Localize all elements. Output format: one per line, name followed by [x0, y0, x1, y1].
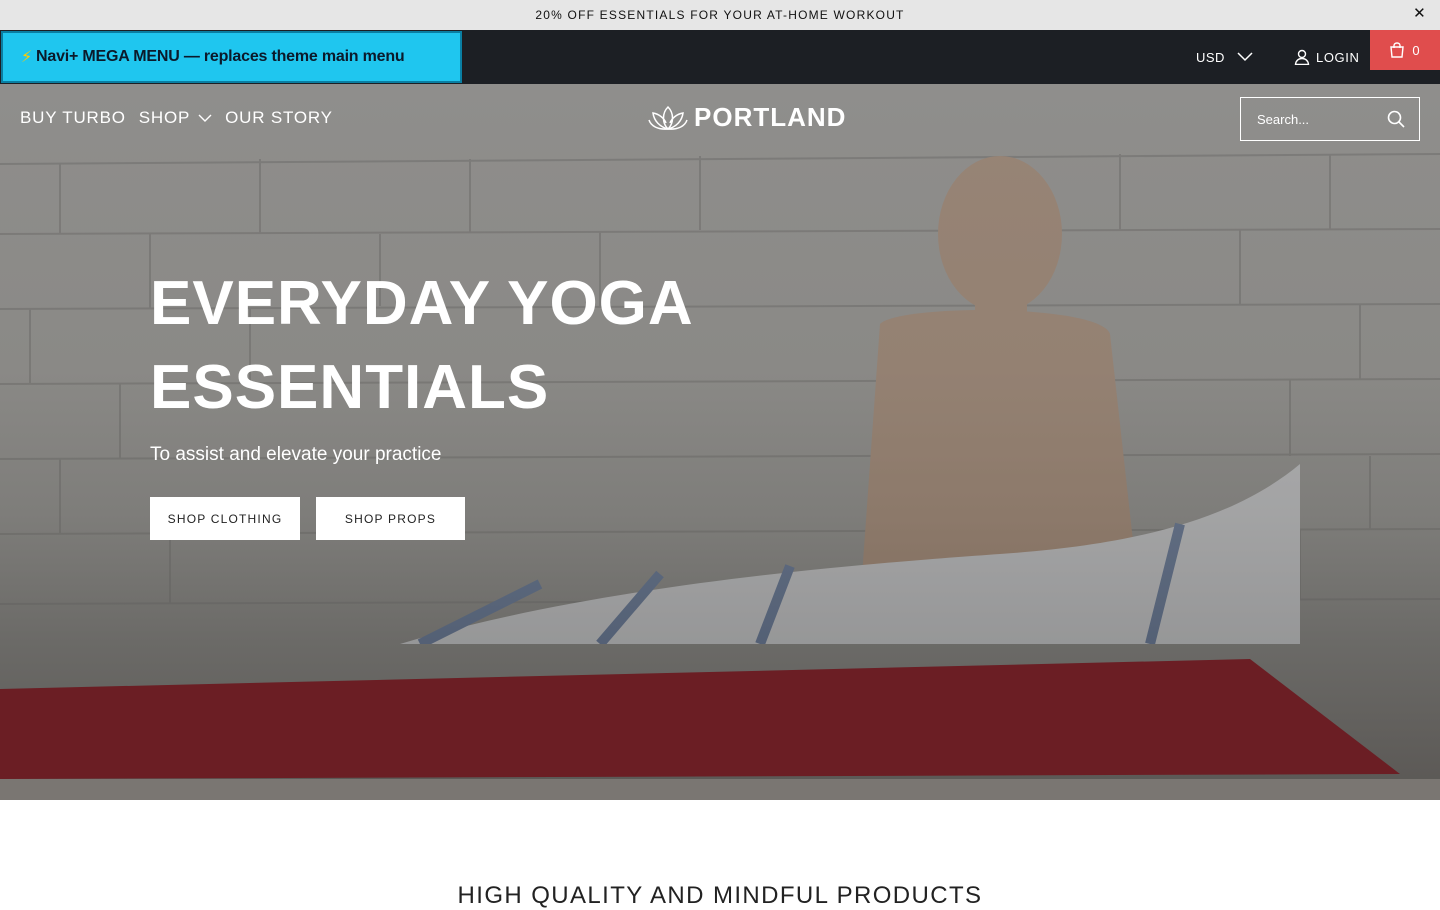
- yoga-mat: [0, 659, 1440, 800]
- utility-bar: ⚡ Navi+ MEGA MENU — replaces theme main …: [0, 30, 1440, 84]
- hero-subheading: To assist and elevate your practice: [150, 444, 442, 465]
- login-label: LOGIN: [1316, 49, 1360, 65]
- chevron-down-icon: [198, 114, 212, 122]
- main-nav: BUY TURBO SHOP OUR STORY: [20, 108, 333, 128]
- shop-props-button[interactable]: SHOP PROPS: [316, 497, 465, 540]
- search-icon[interactable]: [1387, 110, 1405, 128]
- shop-props-label: SHOP PROPS: [344, 511, 437, 526]
- search-box[interactable]: [1240, 97, 1420, 141]
- nav-item-label: OUR STORY: [225, 108, 333, 127]
- lightning-icon: ⚡: [21, 49, 33, 66]
- logo-text: PORTLAND: [694, 102, 847, 132]
- cart-count: 0: [1412, 42, 1420, 58]
- close-icon[interactable]: ✕: [1412, 6, 1428, 22]
- lotus-icon: [648, 105, 688, 130]
- currency-label: USD: [1196, 49, 1225, 65]
- mega-menu-banner[interactable]: ⚡ Navi+ MEGA MENU — replaces theme main …: [1, 31, 462, 83]
- cart-button[interactable]: 0: [1370, 30, 1440, 70]
- hero-headline-line2: ESSENTIALS: [150, 353, 550, 422]
- nav-item-our-story[interactable]: OUR STORY: [225, 108, 333, 128]
- hero-headline: EVERYDAY YOGA ESSENTIALS: [150, 262, 694, 430]
- search-input[interactable]: [1257, 111, 1377, 127]
- currency-selector[interactable]: USD: [1196, 30, 1253, 84]
- nav-item-shop[interactable]: SHOP: [139, 108, 212, 128]
- hero-banner: BUY TURBO SHOP OUR STORY PORTLAND Search…: [0, 84, 1440, 800]
- chevron-down-icon: [1237, 52, 1253, 62]
- shopping-bag-icon: [1390, 42, 1405, 58]
- announcement-bar: 20% OFF ESSENTIALS FOR YOUR AT-HOME WORK…: [0, 0, 1440, 30]
- mega-menu-banner-text: Navi+ MEGA MENU — replaces theme main me…: [36, 48, 405, 65]
- announcement-text: 20% OFF ESSENTIALS FOR YOUR AT-HOME WORK…: [535, 8, 905, 22]
- nav-item-buy-turbo[interactable]: BUY TURBO: [20, 108, 126, 128]
- hero-headline-line1: EVERYDAY YOGA: [150, 269, 694, 338]
- site-logo[interactable]: PORTLAND: [648, 102, 846, 133]
- section-title: HIGH QUALITY AND MINDFUL PRODUCTS: [457, 882, 983, 909]
- yoga-figure: [860, 156, 1140, 604]
- shop-clothing-label: SHOP CLOTHING: [167, 511, 283, 526]
- shop-clothing-button[interactable]: SHOP CLOTHING: [150, 497, 300, 540]
- nav-item-label: SHOP: [138, 108, 191, 127]
- user-icon: [1294, 49, 1310, 65]
- login-link[interactable]: LOGIN: [1294, 30, 1359, 84]
- nav-item-label: BUY TURBO: [20, 108, 126, 127]
